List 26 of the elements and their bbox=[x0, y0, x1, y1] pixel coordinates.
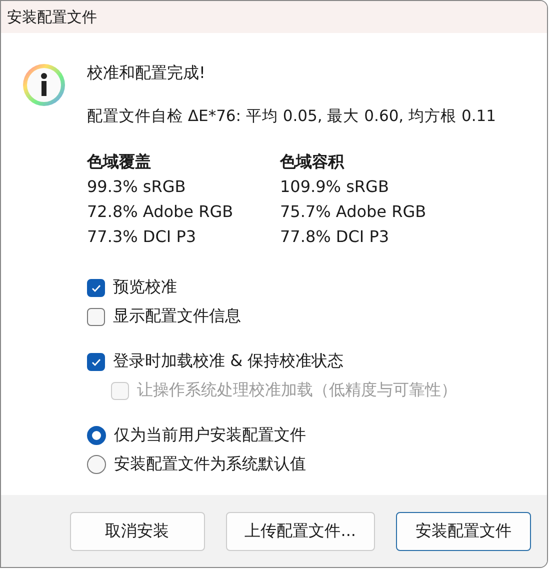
radio-button[interactable] bbox=[87, 455, 106, 474]
checkbox[interactable] bbox=[87, 352, 105, 371]
checkbox[interactable] bbox=[87, 308, 105, 326]
option-label: 预览校准 bbox=[113, 277, 177, 298]
self-check-text: 配置文件自检 ΔE*76: 平均 0.05, 最大 0.60, 均方根 0.11 bbox=[87, 106, 496, 128]
gamut-value: 75.7% Adobe RGB bbox=[280, 201, 428, 224]
option-label: 让操作系统处理校准加载（低精度与可靠性） bbox=[137, 380, 457, 402]
gamut-title: 色域覆盖 bbox=[87, 151, 152, 174]
gamut-value: 77.8% DCI P3 bbox=[280, 226, 390, 248]
gamut-value: 109.9% sRGB bbox=[280, 176, 390, 198]
info-icon bbox=[22, 63, 66, 108]
dialog-button[interactable]: 上传配置文件... bbox=[226, 512, 375, 551]
dialog-button[interactable]: 安装配置文件 bbox=[396, 512, 531, 551]
gamut-value: 72.8% Adobe RGB bbox=[87, 201, 234, 224]
gamut-title: 色域容积 bbox=[280, 151, 346, 174]
dialog-button[interactable]: 取消安装 bbox=[70, 512, 205, 551]
checkbox[interactable] bbox=[87, 278, 105, 297]
option-label: 仅为当前用户安装配置文件 bbox=[114, 425, 306, 446]
option-label: 显示配置文件信息 bbox=[113, 306, 241, 328]
heading-text: 校准和配置完成! bbox=[87, 63, 206, 84]
radio-button[interactable] bbox=[87, 426, 106, 446]
window-title: 安装配置文件 bbox=[7, 8, 97, 27]
option-label: 安装配置文件为系统默认值 bbox=[114, 454, 306, 476]
option-label: 登录时加载校准 & 保持校准状态 bbox=[113, 351, 344, 372]
gamut-value: 77.3% DCI P3 bbox=[87, 226, 198, 248]
gamut-value: 99.3% sRGB bbox=[87, 176, 187, 198]
